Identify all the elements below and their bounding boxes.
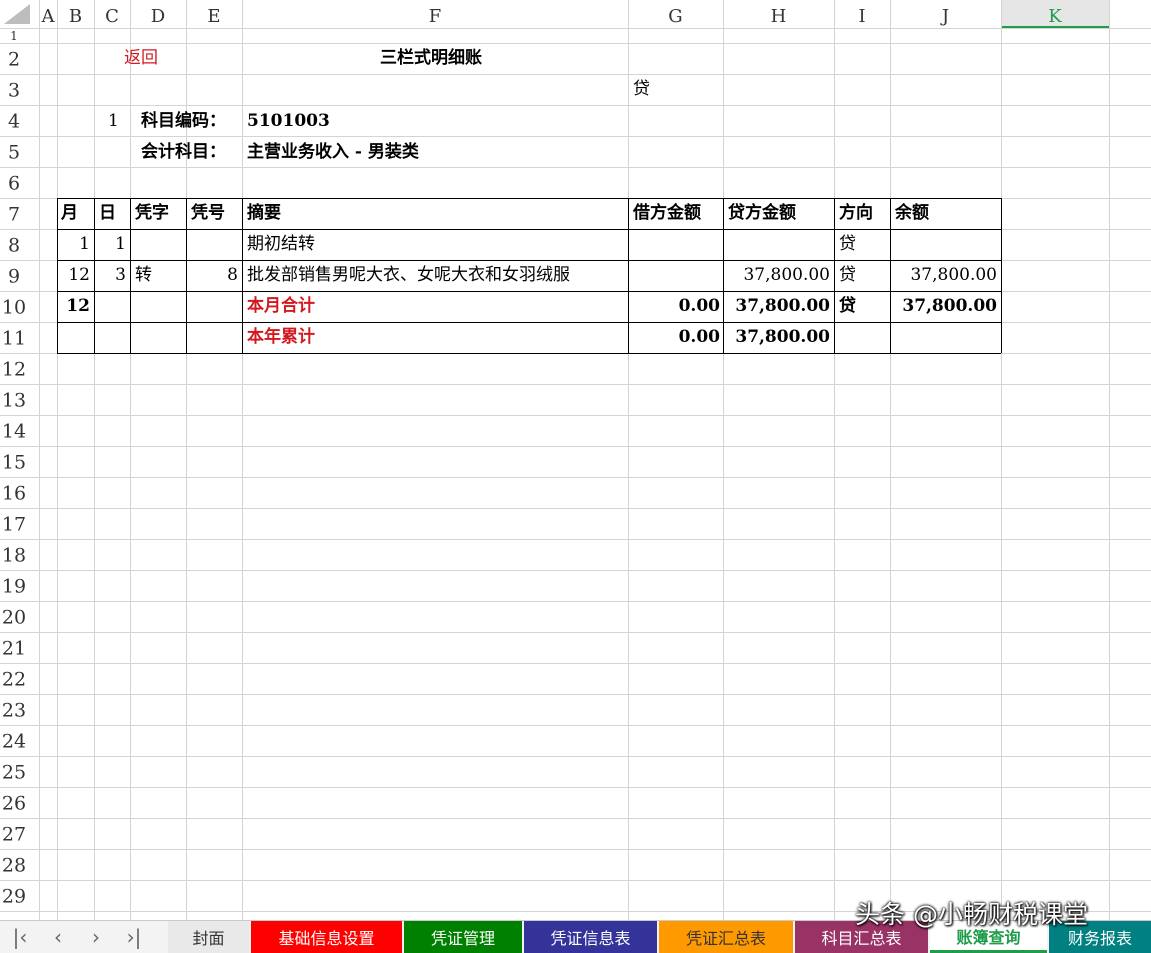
month-total-debit[interactable]: 0.00 (679, 298, 720, 315)
row-header-1[interactable]: 1 (10, 29, 18, 43)
header-day: 日 (99, 203, 116, 223)
cell-summary[interactable]: 批发部销售男呢大衣、女呢大衣和女羽绒服 (247, 267, 570, 284)
subject-label: 会计科目： (141, 142, 226, 162)
column-header-E[interactable]: E (207, 6, 220, 27)
cell-grid[interactable]: A B C D E F G H I J K12345678910111213141516171819… (0, 0, 1151, 920)
header-balance: 余额 (895, 203, 929, 223)
row-header-20[interactable]: 20 (2, 606, 26, 628)
sheet-tab-5[interactable]: 凭证汇总表 (659, 921, 793, 953)
row-header-13[interactable]: 13 (2, 389, 26, 411)
row-header-22[interactable]: 22 (2, 668, 26, 690)
row-header-28[interactable]: 28 (2, 854, 26, 876)
month-total-month[interactable]: 12 (66, 298, 90, 315)
row-header-18[interactable]: 18 (2, 544, 26, 566)
row-header-3[interactable]: 3 (8, 79, 20, 101)
month-total-balance[interactable]: 37,800.00 (902, 298, 997, 315)
column-header-I[interactable]: I (858, 6, 865, 27)
row-header-16[interactable]: 16 (2, 482, 26, 504)
sheet-tab-1[interactable]: 封面 (168, 921, 249, 953)
month-total-label[interactable]: 本月合计 (247, 298, 315, 315)
year-total-debit[interactable]: 0.00 (679, 329, 720, 346)
row-header-23[interactable]: 23 (2, 699, 26, 721)
cell-voucher-type[interactable]: 转 (135, 267, 152, 284)
row-header-6[interactable]: 6 (8, 172, 20, 194)
cell-balance[interactable]: 37,800.00 (910, 267, 997, 284)
cell-credit[interactable]: 37,800.00 (743, 267, 830, 284)
month-total-direction[interactable]: 贷 (839, 298, 856, 315)
header-debit: 借方金额 (633, 203, 701, 223)
column-header-K[interactable]: K (1048, 6, 1062, 27)
row-header-24[interactable]: 24 (2, 730, 26, 752)
first-sheet-icon[interactable]: |‹ (2, 921, 38, 953)
row-header-17[interactable]: 17 (2, 513, 26, 535)
watermark: 头条 @小畅财税课堂 (855, 900, 1088, 929)
month-total-credit[interactable]: 37,800.00 (735, 298, 830, 315)
column-header-J[interactable]: J (940, 6, 949, 27)
subject-value: 主营业务收入 - 男装类 (247, 142, 419, 162)
last-sheet-icon[interactable]: ›| (116, 921, 152, 953)
column-header-H[interactable]: H (771, 6, 787, 27)
column-header-bar (0, 0, 1151, 28)
column-header-B[interactable]: B (69, 6, 82, 27)
cell-voucher-no[interactable]: 8 (227, 267, 238, 284)
row-header-10[interactable]: 10 (2, 296, 26, 318)
column-header-F[interactable]: F (429, 6, 442, 27)
row-index: 1 (108, 111, 119, 131)
year-total-label[interactable]: 本年累计 (247, 329, 315, 346)
column-header-D[interactable]: D (151, 6, 165, 27)
header-credit: 贷方金额 (728, 203, 796, 223)
row-header-15[interactable]: 15 (2, 451, 26, 473)
column-header-A[interactable]: A (41, 6, 56, 27)
sheet-tab-3[interactable]: 凭证管理 (404, 921, 522, 953)
code-value: 5101003 (247, 111, 330, 131)
cell-direction[interactable]: 贷 (839, 236, 856, 253)
page-title: 三栏式明细账 (380, 48, 482, 68)
sheet-tab-2[interactable]: 基础信息设置 (251, 921, 402, 953)
prev-sheet-icon[interactable]: ‹ (40, 921, 76, 953)
row-header-2[interactable]: 2 (8, 48, 20, 70)
row-header-29[interactable]: 29 (2, 885, 26, 907)
row-header-19[interactable]: 19 (2, 575, 26, 597)
row-header-14[interactable]: 14 (2, 420, 26, 442)
row-header-5[interactable]: 5 (8, 141, 20, 163)
next-sheet-icon[interactable]: › (78, 921, 114, 953)
cell-direction[interactable]: 贷 (839, 267, 856, 284)
column-header-C[interactable]: C (105, 6, 119, 27)
cell-month[interactable]: 12 (68, 267, 90, 284)
year-total-credit[interactable]: 37,800.00 (735, 329, 830, 346)
header-month: 月 (61, 203, 78, 223)
row-header-12[interactable]: 12 (2, 358, 26, 380)
row-header-27[interactable]: 27 (2, 823, 26, 845)
cell-month[interactable]: 1 (79, 236, 90, 253)
cell-day[interactable]: 3 (115, 267, 126, 284)
row-header-7[interactable]: 7 (8, 203, 20, 225)
spreadsheet-area[interactable]: A B C D E F G H I J K 1 2 3 4 5 6 7 8 9 10 11 12 13 14 15 16 17 18 19… (0, 0, 1151, 920)
code-label: 科目编码： (141, 111, 226, 131)
header-summary: 摘要 (247, 203, 281, 223)
sheet-tab-4[interactable]: 凭证信息表 (524, 921, 657, 953)
cell-day[interactable]: 1 (115, 236, 126, 253)
header-voucher-type: 凭字 (135, 203, 169, 223)
cell-summary[interactable]: 期初结转 (247, 236, 315, 253)
row-header-4[interactable]: 4 (8, 110, 20, 132)
header-voucher-no: 凭号 (191, 203, 225, 223)
row-header-25[interactable]: 25 (2, 761, 26, 783)
header-direction: 方向 (839, 203, 873, 223)
row-header-21[interactable]: 21 (2, 637, 26, 659)
column-header-G[interactable]: G (668, 6, 682, 27)
direction-note: 贷 (633, 79, 650, 99)
back-link[interactable]: 返回 (124, 50, 158, 67)
row-header-8[interactable]: 8 (8, 234, 20, 256)
row-header-26[interactable]: 26 (2, 792, 26, 814)
row-header-9[interactable]: 9 (8, 265, 20, 287)
row-header-11[interactable]: 11 (2, 327, 26, 349)
